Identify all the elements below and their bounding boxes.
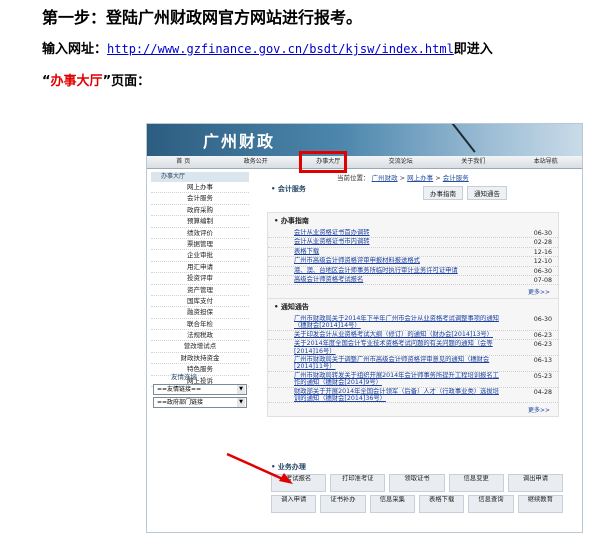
quote-open: “ xyxy=(42,74,51,89)
hall-highlight-text: 办事大厅 xyxy=(50,74,103,89)
url-link[interactable]: http://www.gzfinance.gov.cn/bsdt/kjsw/in… xyxy=(107,42,454,56)
input-label: 输入网址： xyxy=(42,42,108,57)
step-heading: 第一步：登陆广州财政网官方网站进行报考。 xyxy=(42,8,363,27)
page-intro: “办事大厅”页面： xyxy=(42,70,150,89)
quote-close: ”页面： xyxy=(102,74,151,89)
url-instruction: 输入网址：http://www.gzfinance.gov.cn/bsdt/kj… xyxy=(42,38,493,57)
after-url-text: 即进入 xyxy=(453,42,493,57)
red-arrow-icon xyxy=(226,452,293,484)
website-screenshot: 广州财政 首 页 政务公开 办事大厅 交流论坛 关于我们 本站导航 办事大厅 网… xyxy=(146,123,583,533)
